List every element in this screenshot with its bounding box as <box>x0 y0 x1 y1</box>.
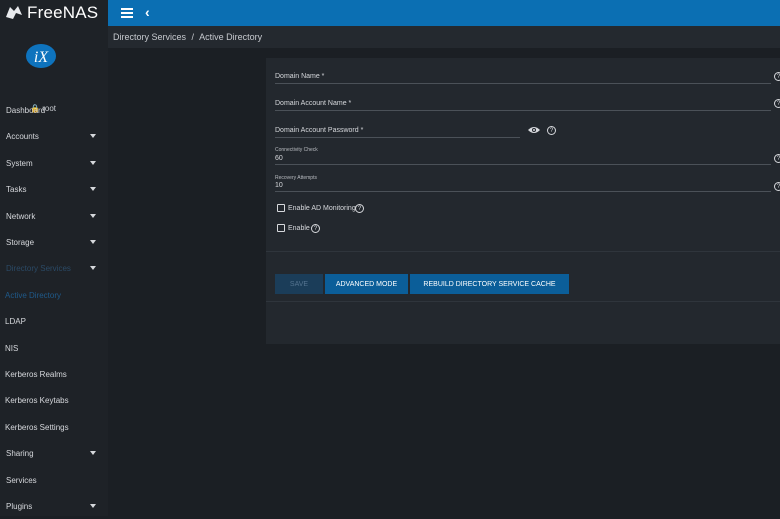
sidebar-item-label: Tasks <box>6 184 27 194</box>
recovery-attempts-label: Recovery Attempts <box>275 175 317 181</box>
sidebar-item-tasks[interactable]: Tasks <box>0 176 108 202</box>
sidebar-item-label: Plugins <box>6 501 33 511</box>
sidebar-item-label: Directory Services <box>6 263 71 273</box>
sidebar-item-network[interactable]: Network <box>0 203 108 229</box>
domain-account-password-help-icon[interactable]: ? <box>547 126 556 135</box>
sidebar-item-label: Active Directory <box>5 290 62 300</box>
sidebar-item-label: Kerberos Realms <box>5 369 67 379</box>
enable-ad-monitoring-checkbox[interactable] <box>277 204 285 212</box>
caret-down-icon <box>90 134 96 138</box>
save-button[interactable]: SAVE <box>275 274 323 294</box>
caret-down-icon <box>90 266 96 270</box>
sidebar-item-directory-services[interactable]: Directory Services <box>0 255 108 281</box>
domain-account-name-input[interactable] <box>275 110 771 111</box>
sidebar-item-nis[interactable]: NIS <box>0 335 108 361</box>
connectivity-check-label: Connectivity Check <box>275 147 318 153</box>
card-footer-divider <box>266 301 780 302</box>
rebuild-directory-service-cache-button[interactable]: REBUILD DIRECTORY SERVICE CACHE <box>410 274 569 294</box>
hamburger-icon-line <box>121 12 133 14</box>
breadcrumb: Directory Services / Active Directory <box>113 32 262 42</box>
hamburger-icon-line <box>121 16 133 18</box>
sidebar-item-label: Sharing <box>6 448 34 458</box>
svg-text:iX: iX <box>34 49 49 66</box>
connectivity-check-underline <box>275 164 771 165</box>
caret-down-icon <box>90 187 96 191</box>
chevron-left-icon[interactable]: ‹ <box>145 4 150 20</box>
domain-account-password-label: Domain Account Password * <box>275 127 364 134</box>
brand[interactable]: FreeNAS <box>0 0 108 26</box>
sidebar-item-label: Kerberos Settings <box>5 422 69 432</box>
domain-account-name-help-icon[interactable]: ? <box>774 99 780 108</box>
enable-checkbox[interactable] <box>277 224 285 232</box>
sidebar-item-label: Services <box>6 475 37 485</box>
sidebar-item-label: LDAP <box>5 316 26 326</box>
sidebar-item-label: NIS <box>5 343 19 353</box>
recovery-attempts-input[interactable]: 10 <box>275 182 283 189</box>
recovery-attempts-underline <box>275 191 771 192</box>
breadcrumb-current: Active Directory <box>199 32 263 42</box>
eye-icon[interactable] <box>528 126 540 134</box>
menu-toggle-button[interactable] <box>121 6 135 20</box>
sidebar: iX 🔒 root Dashboard Accounts System Task… <box>0 26 108 516</box>
sidebar-item-plugins[interactable]: Plugins <box>0 493 108 519</box>
sidebar-item-storage[interactable]: Storage <box>0 229 108 255</box>
sidebar-item-accounts[interactable]: Accounts <box>0 123 108 149</box>
active-directory-form-card: Domain Name * ? Domain Account Name * ? … <box>266 58 780 344</box>
brand-name: FreeNAS <box>27 3 99 22</box>
breadcrumb-parent[interactable]: Directory Services <box>113 32 186 42</box>
ix-avatar-icon: iX <box>26 44 56 68</box>
domain-account-name-label: Domain Account Name * <box>275 100 352 107</box>
sidebar-item-label: Storage <box>6 237 35 247</box>
caret-down-icon <box>90 451 96 455</box>
enable-ad-monitoring-label[interactable]: Enable AD Monitoring <box>288 205 356 212</box>
domain-name-label: Domain Name * <box>275 73 325 80</box>
sidebar-item-label: System <box>6 158 33 168</box>
connectivity-check-input[interactable]: 60 <box>275 155 283 162</box>
sidebar-item-kerberos-settings[interactable]: Kerberos Settings <box>0 414 108 440</box>
sidebar-item-kerberos-keytabs[interactable]: Kerberos Keytabs <box>0 387 108 413</box>
sidebar-item-label: Accounts <box>6 131 39 141</box>
hamburger-icon <box>121 8 133 10</box>
form-divider <box>266 251 780 252</box>
freenas-logo-icon <box>6 6 22 19</box>
sidebar-item-system[interactable]: System <box>0 150 108 176</box>
enable-label[interactable]: Enable <box>288 225 310 232</box>
enable-ad-monitoring-help-icon[interactable]: ? <box>355 204 364 213</box>
enable-help-icon[interactable]: ? <box>311 224 320 233</box>
domain-name-help-icon[interactable]: ? <box>774 72 780 81</box>
top-bar: FreeNAS ‹ <box>0 0 780 26</box>
caret-down-icon <box>90 214 96 218</box>
sidebar-item-services[interactable]: Services <box>0 467 108 493</box>
sidebar-item-ldap[interactable]: LDAP <box>0 308 108 334</box>
sidebar-item-label: Kerberos Keytabs <box>5 395 69 405</box>
caret-down-icon <box>90 504 96 508</box>
sidebar-item-label: Network <box>6 211 36 221</box>
breadcrumb-separator: / <box>191 32 195 42</box>
connectivity-check-help-icon[interactable]: ? <box>774 154 780 163</box>
recovery-attempts-help-icon[interactable]: ? <box>774 182 780 191</box>
sidebar-item-sharing[interactable]: Sharing <box>0 440 108 466</box>
sidebar-item-label: Dashboard <box>6 105 46 115</box>
caret-down-icon <box>90 161 96 165</box>
sidebar-item-dashboard[interactable]: Dashboard <box>0 97 108 123</box>
caret-down-icon <box>90 240 96 244</box>
domain-account-password-input[interactable] <box>275 137 520 138</box>
breadcrumb-bar: Directory Services / Active Directory <box>108 26 780 48</box>
domain-name-input[interactable] <box>275 83 771 84</box>
main-content: Domain Name * ? Domain Account Name * ? … <box>108 48 780 516</box>
advanced-mode-button[interactable]: ADVANCED MODE <box>325 274 408 294</box>
sidebar-item-kerberos-realms[interactable]: Kerberos Realms <box>0 361 108 387</box>
sidebar-item-active-directory[interactable]: Active Directory <box>0 282 108 308</box>
